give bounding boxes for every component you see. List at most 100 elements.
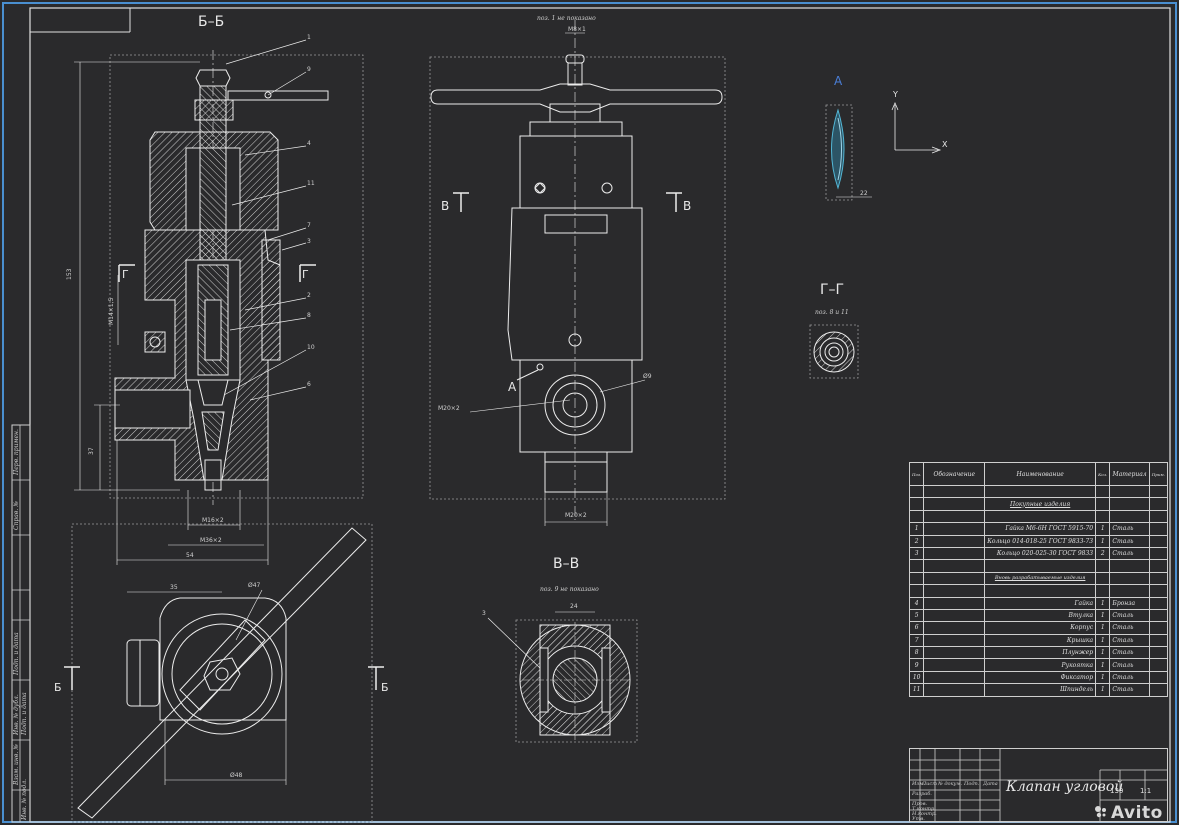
- bom-cell-qty: 1: [1095, 621, 1111, 635]
- leader-1: 1: [307, 34, 311, 41]
- bom-cell-note: [1148, 534, 1169, 548]
- top-view: [64, 523, 384, 823]
- bom-cell-designation: [923, 596, 986, 610]
- tb-sign: Подп.: [964, 781, 980, 787]
- bom-cell-qty: 1: [1095, 608, 1111, 623]
- bom-cell-name: Корпус: [984, 621, 1097, 635]
- marker-b-right: Б: [381, 681, 389, 694]
- leader-2: 2: [307, 292, 311, 299]
- drawing-scale: 1:1: [1140, 787, 1152, 795]
- dim-m36: M36×2: [200, 537, 222, 544]
- bom-cell-designation: [923, 670, 986, 685]
- stamp-sign-date-2: Подп. и дата: [21, 692, 28, 735]
- bom-section-manufactured: Вновь разрабатываемые изделия: [908, 571, 1169, 586]
- bom-header-qty: Кол.: [1095, 462, 1111, 486]
- leader-6: 6: [307, 381, 311, 388]
- stamp-dup-inv: Инв. № дубл.: [13, 694, 20, 735]
- bom-cell-material: Сталь: [1109, 658, 1150, 672]
- tb-list: Лист: [922, 781, 937, 787]
- bom-cell-material: Сталь: [1109, 522, 1150, 536]
- bom-manufactured-rows: 4 Гайка 1 Бронза 5 Втулка 1 Сталь 6 Корпус 1 Сталь 7…: [908, 596, 1169, 697]
- section-bb-view: [74, 39, 364, 565]
- dim-d47: Ø47: [248, 582, 261, 589]
- bom-cell-note: [1148, 596, 1169, 610]
- bom-cell-pos: 1: [908, 522, 925, 536]
- bom-header-note: Прим.: [1148, 462, 1169, 486]
- bom-cell-pos: 6: [908, 621, 925, 635]
- drawing-title: Клапан угловой: [1006, 779, 1124, 795]
- marker-v-right: В: [683, 199, 692, 213]
- bom-cell-name: Втулка: [984, 608, 1097, 623]
- bom-cell-pos: 8: [908, 646, 925, 660]
- bom-cell-note: [1148, 658, 1169, 672]
- bom-cell-note: [1148, 670, 1169, 685]
- bom-cell-qty: 1: [1095, 596, 1111, 610]
- table-row: [908, 584, 1169, 598]
- marker-a: А: [508, 380, 517, 394]
- table-row: [908, 559, 1169, 573]
- table-row: [908, 484, 1169, 499]
- bom-cell-pos: 4: [908, 596, 925, 610]
- bom-cell-name: Гайка М6-6Н ГОСТ 5915-70: [984, 522, 1097, 536]
- bom-cell-pos: 7: [908, 633, 925, 648]
- stamp-ref-no: Справ. №: [13, 501, 20, 530]
- section-vv-label: В–В: [553, 556, 580, 572]
- marker-g-right: Г: [302, 268, 309, 281]
- leader-vv-3: 3: [482, 610, 486, 617]
- bom-header-pos: Поз.: [908, 462, 925, 486]
- bom-cell-material: Бронза: [1109, 596, 1150, 610]
- dim-35: 35: [170, 584, 178, 591]
- dim-d48: Ø48: [230, 772, 243, 779]
- bom-header-row: Поз. Обозначение Наименование Кол. Матер…: [908, 462, 1169, 486]
- section-gg-view: [809, 324, 859, 379]
- table-row: [908, 509, 1169, 524]
- bom-cell-pos: 10: [908, 670, 925, 685]
- table-row: 7 Крышка 1 Сталь: [908, 633, 1169, 648]
- bom-cell-material: Сталь: [1109, 608, 1150, 623]
- bom-cell-designation: [923, 546, 986, 561]
- tb-approved: Утв.: [912, 816, 925, 822]
- bom-cell-note: [1148, 633, 1169, 648]
- top-view-note: поз. 1 не показано: [537, 15, 596, 22]
- table-row: 6 Корпус 1 Сталь: [908, 621, 1169, 635]
- dim-top-8: M8×1: [568, 26, 586, 33]
- dim-m20: M20×2: [565, 512, 587, 519]
- marker-v-left: В: [441, 199, 450, 213]
- bom-cell-material: Сталь: [1109, 546, 1150, 561]
- bom-cell-material: Сталь: [1109, 621, 1150, 635]
- bom-table: Поз. Обозначение Наименование Кол. Матер…: [908, 462, 1169, 697]
- bom-cell-designation: [923, 633, 986, 648]
- bom-cell-name: Рукоятка: [984, 658, 1097, 672]
- tb-doc: № докум.: [938, 781, 963, 787]
- table-row: 1 Гайка М6-6Н ГОСТ 5915-70 1 Сталь: [908, 522, 1169, 536]
- bom-cell-qty: 1: [1095, 534, 1111, 548]
- avito-logo-icon: [1095, 806, 1106, 818]
- dim-a22: 22: [860, 190, 868, 197]
- tb-developer: Разраб.: [912, 791, 932, 797]
- watermark-text: Avito: [1111, 803, 1163, 823]
- bom-cell-designation: [923, 658, 986, 672]
- bom-cell-designation: [923, 646, 986, 660]
- bom-cell-qty: 1: [1095, 683, 1111, 697]
- bom-cell-name: Кольцо 014-018-25 ГОСТ 9833-73: [984, 534, 1097, 548]
- bom-cell-qty: 1: [1095, 633, 1111, 648]
- bom-section-purchased: Покупные изделия: [908, 497, 1169, 511]
- bom-cell-name: Фиксатор: [984, 670, 1097, 685]
- table-row: 10 Фиксатор 1 Сталь: [908, 670, 1169, 685]
- bom-cell-pos: 2: [908, 534, 925, 548]
- bom-header-designation: Обозначение: [923, 462, 986, 486]
- bom-cell-pos: 11: [908, 683, 925, 697]
- bom-cell-material: Сталь: [1109, 534, 1150, 548]
- bom-section-label: Вновь разрабатываемые изделия: [984, 571, 1097, 586]
- section-vv-view: [487, 611, 638, 743]
- dim-24: 24: [570, 603, 578, 610]
- dim-m16: M16×2: [202, 517, 224, 524]
- view-a: [825, 101, 942, 201]
- leader-11: 11: [307, 180, 315, 187]
- marker-b-left: Б: [54, 681, 62, 694]
- table-row: 8 Плунжер 1 Сталь: [908, 646, 1169, 660]
- dim-overall-height: 153: [66, 268, 73, 280]
- bom-cell-material: Сталь: [1109, 670, 1150, 685]
- bom-cell-note: [1148, 522, 1169, 536]
- bom-cell-name: Крышка: [984, 633, 1097, 648]
